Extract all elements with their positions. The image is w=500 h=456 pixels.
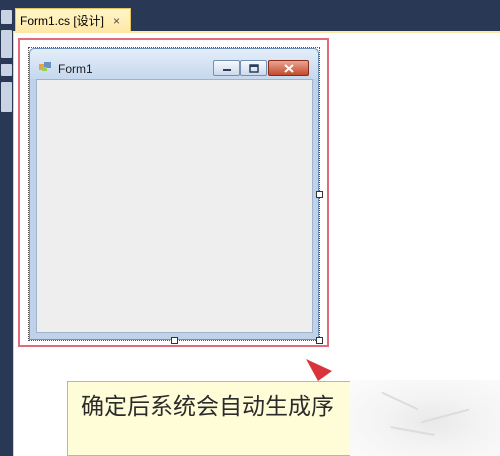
watermark-stroke [381, 391, 419, 411]
toolbox-icon[interactable] [1, 64, 12, 76]
resize-handle-bottom-right[interactable] [316, 337, 323, 344]
close-icon [283, 63, 294, 73]
maximize-button[interactable] [240, 60, 267, 76]
server-explorer-icon[interactable] [1, 30, 12, 58]
maximize-icon [248, 63, 259, 73]
form-titlebar[interactable]: Form1 [30, 49, 318, 79]
form-title: Form1 [58, 62, 93, 76]
watermark-patch [350, 380, 500, 456]
form-app-icon [39, 62, 51, 71]
form-client-area[interactable] [36, 79, 313, 333]
watermark-stroke [390, 426, 435, 436]
data-sources-icon[interactable] [1, 82, 12, 112]
watermark-stroke [420, 408, 470, 424]
annotation-text: 确定后系统会自动生成序 [81, 394, 334, 420]
designer-left-edge [13, 33, 16, 456]
resize-handle-bottom[interactable] [171, 337, 178, 344]
toolbox-tab-icon[interactable] [1, 10, 12, 24]
tab-form1-design[interactable]: Form1.cs [设计] × [15, 8, 131, 32]
form1-window[interactable]: Form1 [29, 48, 319, 340]
tab-label: Form1.cs [设计] [20, 14, 105, 28]
toolbox-strip[interactable] [0, 0, 13, 456]
minimize-button[interactable] [213, 60, 240, 76]
document-tab-bar: Form1.cs [设计] × [13, 0, 500, 32]
annotation-callout: 确定后系统会自动生成序 [67, 381, 367, 456]
close-button[interactable] [268, 60, 309, 76]
minimize-icon [222, 69, 231, 71]
tab-close-icon[interactable]: × [113, 14, 120, 28]
annotation-arrow [306, 359, 332, 381]
resize-handle-right[interactable] [316, 191, 323, 198]
